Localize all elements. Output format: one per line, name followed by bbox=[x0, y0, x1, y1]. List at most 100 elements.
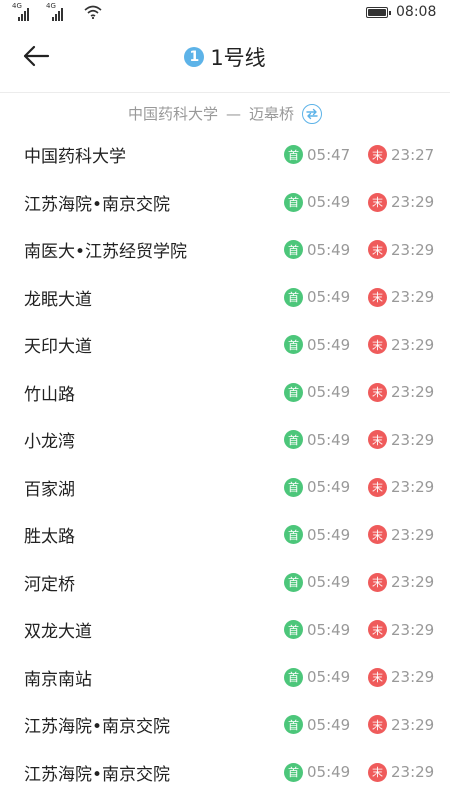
first-train-badge: 首 bbox=[284, 667, 303, 687]
last-train-badge: 末 bbox=[368, 525, 387, 545]
station-name: 江苏海院•南京交院 bbox=[24, 717, 171, 738]
station-name: 河定桥 bbox=[24, 574, 75, 595]
first-train-time: 05:49 bbox=[307, 668, 351, 687]
station-row[interactable]: 龙眠大道 首 05:49 末 23:29 bbox=[0, 274, 450, 322]
station-name: 天印大道 bbox=[24, 337, 92, 358]
first-train-badge: 首 bbox=[284, 145, 303, 165]
last-train: 末 23:29 bbox=[368, 382, 434, 402]
first-train-time: 05:49 bbox=[307, 478, 351, 497]
station-name: 小龙湾 bbox=[24, 432, 75, 453]
first-train: 首 05:49 bbox=[284, 287, 351, 307]
last-train-badge: 末 bbox=[368, 762, 387, 782]
last-train: 末 23:29 bbox=[368, 335, 434, 355]
last-train: 末 23:29 bbox=[368, 762, 434, 782]
last-train: 末 23:29 bbox=[368, 572, 434, 592]
station-row[interactable]: 南医大•江苏经贸学院 首 05:49 末 23:29 bbox=[0, 226, 450, 274]
first-train: 首 05:49 bbox=[284, 667, 351, 687]
last-train-time: 23:29 bbox=[391, 478, 435, 497]
first-train-time: 05:49 bbox=[307, 288, 351, 307]
first-train-time: 05:49 bbox=[307, 193, 351, 212]
station-row[interactable]: 百家湖 首 05:49 末 23:29 bbox=[0, 464, 450, 512]
first-train: 首 05:49 bbox=[284, 620, 351, 640]
switch-direction-button[interactable] bbox=[302, 103, 323, 124]
line-title: 1号线 bbox=[210, 46, 266, 70]
last-train-badge: 末 bbox=[368, 240, 387, 260]
station-row[interactable]: 天印大道 首 05:49 末 23:29 bbox=[0, 321, 450, 369]
last-train-time: 23:29 bbox=[391, 430, 435, 449]
direction-bar: 中国药科大学 — 迈皋桥 bbox=[0, 103, 450, 124]
last-train-time: 23:29 bbox=[391, 620, 435, 639]
station-name: 江苏海院•南京交院 bbox=[24, 764, 171, 785]
station-name: 南京南站 bbox=[24, 669, 92, 690]
station-row[interactable]: 竹山路 首 05:49 末 23:29 bbox=[0, 369, 450, 417]
last-train-badge: 末 bbox=[368, 382, 387, 402]
last-train: 末 23:29 bbox=[368, 287, 435, 307]
first-train: 首 05:49 bbox=[284, 430, 351, 450]
station-name: 中国药科大学 bbox=[24, 147, 126, 168]
last-train-badge: 末 bbox=[368, 192, 387, 212]
first-train-time: 05:49 bbox=[307, 620, 351, 639]
last-train-time: 23:29 bbox=[391, 240, 435, 259]
last-train-time: 23:27 bbox=[391, 145, 435, 164]
cellular-signal-icon: 4G bbox=[12, 3, 29, 21]
first-train: 首 05:49 bbox=[284, 572, 350, 592]
station-row[interactable]: 南京南站 首 05:49 末 23:29 bbox=[0, 654, 450, 702]
last-train: 末 23:29 bbox=[368, 430, 435, 450]
network-type-label: 4G bbox=[46, 2, 56, 10]
header-divider bbox=[0, 92, 450, 93]
first-train-badge: 首 bbox=[284, 335, 303, 355]
direction-to: 迈皋桥 bbox=[249, 105, 295, 123]
last-train-badge: 末 bbox=[368, 430, 387, 450]
station-row[interactable]: 河定桥 首 05:49 末 23:29 bbox=[0, 559, 450, 607]
first-train-time: 05:49 bbox=[307, 430, 351, 449]
station-row[interactable]: 小龙湾 首 05:49 末 23:29 bbox=[0, 416, 450, 464]
station-name: 双龙大道 bbox=[24, 622, 92, 643]
station-list: 中国药科大学 首 05:47 末 23:27 江苏海院•南京交院 首 05:49… bbox=[0, 131, 450, 796]
direction-from: 中国药科大学 bbox=[127, 105, 218, 123]
station-row[interactable]: 双龙大道 首 05:49 末 23:29 bbox=[0, 606, 450, 654]
first-train-badge: 首 bbox=[284, 477, 303, 497]
first-train-badge: 首 bbox=[284, 382, 303, 402]
first-train-badge: 首 bbox=[284, 620, 303, 640]
page-title: 1 1号线 bbox=[0, 42, 450, 72]
first-train-badge: 首 bbox=[284, 572, 303, 592]
last-train-time: 23:29 bbox=[391, 288, 435, 307]
last-train-badge: 末 bbox=[368, 335, 387, 355]
station-row[interactable]: 江苏海院•南京交院 首 05:49 末 23:29 bbox=[0, 179, 450, 227]
first-train-badge: 首 bbox=[284, 525, 303, 545]
first-train-time: 05:47 bbox=[307, 145, 351, 164]
status-bar: 4G 4G 08:08 bbox=[0, 0, 450, 26]
first-train-time: 05:49 bbox=[307, 383, 351, 402]
last-train-time: 23:29 bbox=[391, 193, 435, 212]
last-train: 末 23:29 bbox=[368, 525, 435, 545]
last-train-badge: 末 bbox=[368, 145, 387, 165]
network-type-label: 4G bbox=[12, 2, 22, 10]
first-train: 首 05:49 bbox=[284, 240, 350, 260]
first-train: 首 05:49 bbox=[284, 525, 351, 545]
station-row[interactable]: 胜太路 首 05:49 末 23:29 bbox=[0, 511, 450, 559]
station-name: 龙眠大道 bbox=[24, 289, 92, 310]
first-train-time: 05:49 bbox=[307, 525, 351, 544]
direction-separator: — bbox=[226, 104, 241, 123]
station-name: 百家湖 bbox=[24, 479, 75, 500]
last-train: 末 23:29 bbox=[368, 667, 435, 687]
first-train-badge: 首 bbox=[284, 762, 303, 782]
first-train: 首 05:49 bbox=[284, 477, 351, 497]
status-time: 08:08 bbox=[396, 4, 437, 20]
first-train: 首 05:49 bbox=[284, 762, 350, 782]
station-row[interactable]: 江苏海院•南京交院 首 05:49 末 23:29 bbox=[0, 701, 450, 749]
station-row[interactable]: 江苏海院•南京交院 首 05:49 末 23:29 bbox=[0, 749, 450, 797]
last-train-time: 23:29 bbox=[391, 668, 435, 687]
first-train-badge: 首 bbox=[284, 192, 303, 212]
last-train-time: 23:29 bbox=[391, 525, 435, 544]
last-train: 末 23:29 bbox=[368, 715, 434, 735]
first-train-badge: 首 bbox=[284, 430, 303, 450]
last-train-badge: 末 bbox=[368, 667, 387, 687]
last-train: 末 23:29 bbox=[368, 240, 435, 260]
station-row[interactable]: 中国药科大学 首 05:47 末 23:27 bbox=[0, 131, 450, 179]
first-train-badge: 首 bbox=[284, 287, 303, 307]
first-train: 首 05:49 bbox=[284, 715, 350, 735]
last-train-badge: 末 bbox=[368, 620, 387, 640]
last-train-badge: 末 bbox=[368, 715, 387, 735]
first-train-badge: 首 bbox=[284, 240, 303, 260]
